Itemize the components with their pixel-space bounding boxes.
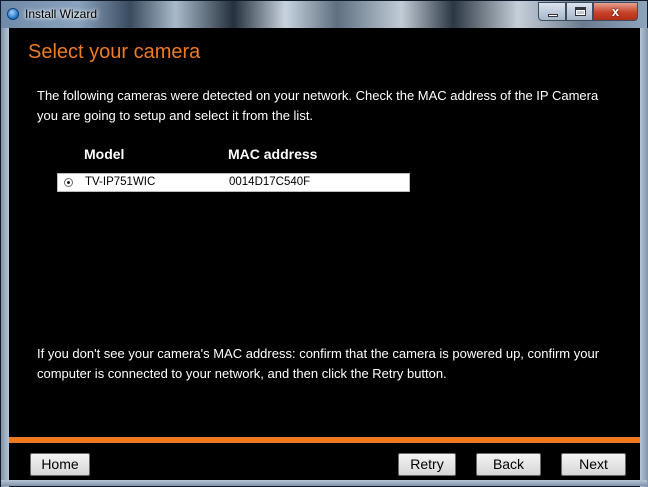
back-button[interactable]: Back (476, 453, 541, 476)
app-icon (7, 8, 19, 20)
intro-text: The following cameras were detected on y… (37, 88, 599, 123)
column-header-mac: MAC address (228, 146, 318, 162)
footer-bar: Home Retry Back Next (9, 443, 640, 480)
title-bar[interactable]: Install Wizard x (1, 1, 647, 28)
maximize-icon (575, 7, 586, 16)
camera-list-header: Model MAC address (57, 146, 417, 166)
minimize-icon (548, 14, 558, 17)
window-border-left (1, 28, 9, 487)
install-wizard-window: Install Wizard x Select your camera The … (0, 0, 648, 487)
camera-row[interactable]: TV-IP751WIC 0014D17C540F (57, 173, 410, 192)
close-button[interactable]: x (593, 2, 638, 21)
wizard-content: Select your camera The following cameras… (9, 28, 640, 480)
window-border-right (640, 28, 648, 487)
minimize-button[interactable] (538, 2, 566, 21)
camera-select-radio[interactable] (64, 178, 73, 187)
retry-button[interactable]: Retry (398, 453, 456, 476)
camera-model: TV-IP751WIC (85, 176, 156, 188)
radio-selected-dot (67, 181, 70, 184)
close-icon: x (611, 4, 620, 19)
maximize-button[interactable] (566, 2, 593, 21)
window-title: Install Wizard (25, 7, 98, 21)
window-border-bottom (1, 480, 647, 486)
column-header-model: Model (84, 146, 125, 162)
home-button[interactable]: Home (30, 453, 90, 476)
page-title: Select your camera (28, 41, 201, 63)
retry-hint-text: If you don't see your camera's MAC addre… (37, 346, 600, 381)
camera-mac-address: 0014D17C540F (229, 176, 311, 188)
next-button[interactable]: Next (561, 453, 626, 476)
